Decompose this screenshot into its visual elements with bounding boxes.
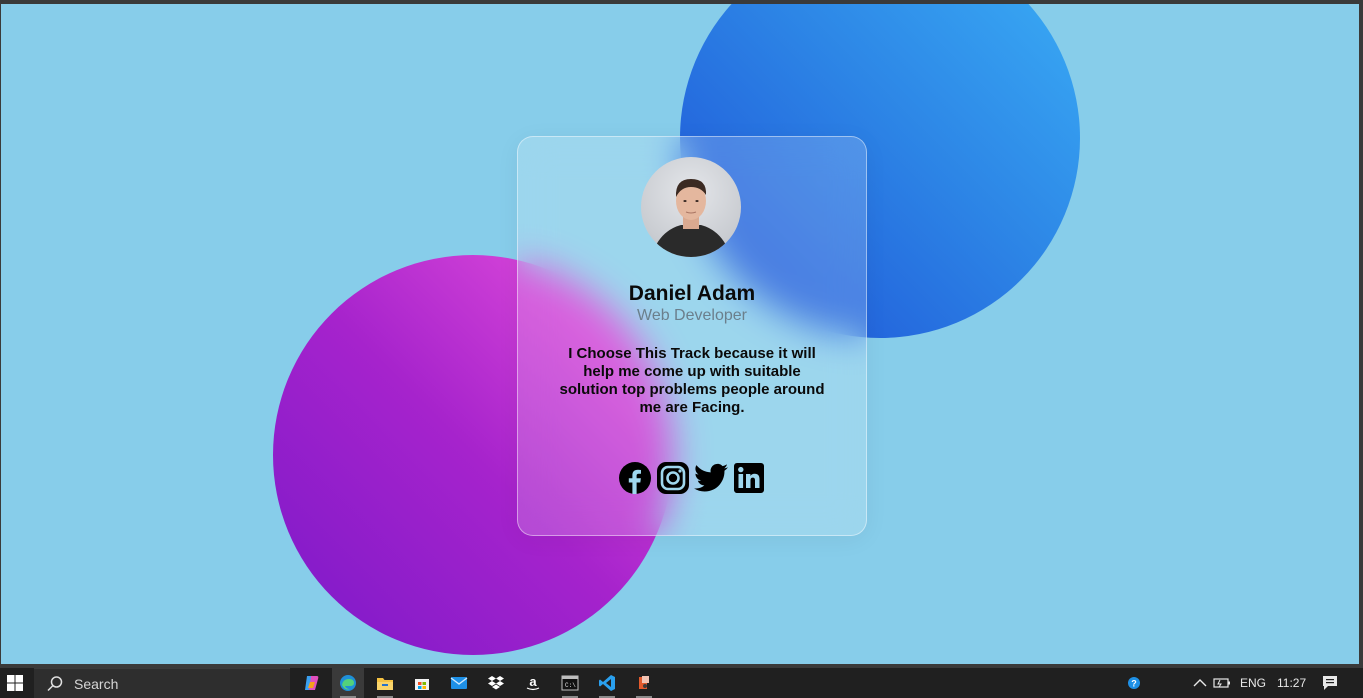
windows-icon: [7, 675, 23, 691]
browser-viewport: Daniel Adam Web Developer I Choose This …: [1, 4, 1359, 664]
social-links: [518, 461, 866, 495]
battery-icon: [1213, 678, 1230, 688]
edge-icon: [340, 675, 356, 691]
help-icon: ?: [1128, 677, 1140, 689]
tray-clock[interactable]: 11:27: [1277, 668, 1306, 698]
profile-name: Daniel Adam: [628, 282, 756, 305]
mail-icon: [450, 677, 468, 689]
dropbox-icon: [488, 676, 504, 690]
linkedin-icon: [734, 463, 764, 493]
git-icon: [639, 676, 649, 689]
taskbar-app-edge[interactable]: [332, 668, 364, 698]
taskbar-app-vscode[interactable]: [591, 668, 623, 698]
taskbar-app-copilot[interactable]: [296, 668, 328, 698]
search-placeholder: Search: [74, 675, 119, 692]
profile-bio: I Choose This Track because it will help…: [559, 345, 825, 416]
instagram-link[interactable]: [656, 461, 690, 495]
facebook-link[interactable]: [618, 461, 652, 495]
svg-text:a: a: [529, 674, 537, 689]
file-explorer-icon: [377, 678, 393, 690]
taskbar-app-file-explorer[interactable]: [369, 668, 401, 698]
taskbar-search[interactable]: Search: [34, 668, 290, 698]
instagram-icon: [657, 462, 689, 494]
tray-battery-button[interactable]: [1206, 668, 1238, 698]
vscode-icon: [599, 675, 615, 691]
twitter-icon: [694, 463, 728, 492]
taskbar: Search a C:\ ? ENG 11:27: [0, 668, 1363, 698]
copilot-icon: [305, 676, 319, 690]
facebook-icon: [619, 462, 651, 494]
tray-language[interactable]: ENG: [1240, 668, 1266, 698]
desktop: Daniel Adam Web Developer I Choose This …: [0, 0, 1363, 698]
terminal-icon: C:\: [561, 675, 579, 691]
notifications-icon: [1323, 676, 1337, 690]
twitter-link[interactable]: [694, 461, 728, 495]
profile-role: Web Developer: [637, 307, 747, 324]
taskbar-app-amazon[interactable]: a: [517, 668, 549, 698]
profile-card: Daniel Adam Web Developer I Choose This …: [517, 136, 867, 536]
tray-notifications-button[interactable]: [1314, 668, 1346, 698]
svg-text:C:\: C:\: [565, 682, 576, 689]
tray-help-icon-button[interactable]: ?: [1118, 668, 1150, 698]
avatar: [641, 157, 741, 257]
chevron-up-icon: [1193, 679, 1207, 687]
taskbar-app-mail[interactable]: [443, 668, 475, 698]
avatar-photo: [651, 179, 731, 257]
taskbar-app-git[interactable]: [628, 668, 660, 698]
taskbar-app-dropbox[interactable]: [480, 668, 512, 698]
search-icon: [47, 675, 63, 691]
amazon-icon: a: [526, 674, 540, 691]
svg-text:?: ?: [1131, 679, 1137, 689]
taskbar-app-terminal[interactable]: C:\: [554, 668, 586, 698]
taskbar-app-store[interactable]: [406, 668, 438, 698]
store-icon: [415, 679, 429, 690]
linkedin-link[interactable]: [732, 461, 766, 495]
start-button[interactable]: [0, 668, 30, 698]
